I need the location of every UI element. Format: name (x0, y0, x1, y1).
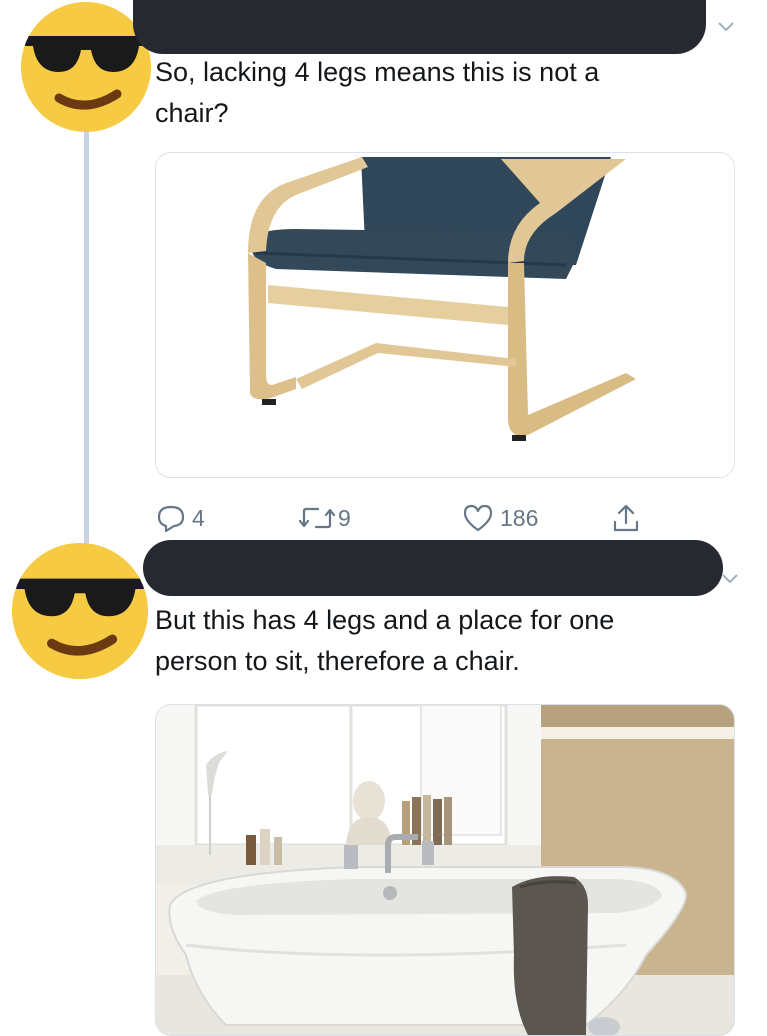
heart-icon (463, 504, 493, 532)
redacted-author-name (143, 540, 723, 596)
like-button[interactable]: 186 (462, 500, 538, 536)
tweet-actions: 4 9 186 (156, 500, 676, 536)
tweet-media-bathtub[interactable] (155, 704, 735, 1036)
reply-count: 4 (192, 504, 205, 531)
sunglasses-emoji-icon (21, 2, 151, 132)
reply-icon (157, 505, 185, 533)
avatar[interactable] (21, 2, 151, 132)
retweet-button[interactable]: 9 (298, 500, 351, 536)
reply-button[interactable]: 4 (156, 500, 205, 536)
thread-connector-line (84, 130, 89, 550)
tweet-media-chair[interactable] (155, 152, 735, 478)
chevron-down-icon[interactable] (718, 22, 734, 32)
tweet-text: But this has 4 legs and a place for one … (155, 605, 615, 676)
chevron-down-icon[interactable] (722, 574, 738, 584)
redacted-author-name (133, 0, 706, 54)
sunglasses-emoji-icon (12, 543, 148, 679)
tweet-text: So, lacking 4 legs means this is not a c… (155, 57, 600, 128)
share-button[interactable] (611, 500, 641, 536)
share-icon (613, 504, 639, 532)
like-count: 186 (500, 504, 539, 531)
clawfoot-bathtub-photo (156, 705, 734, 1035)
bentwood-armchair-photo (156, 153, 734, 477)
avatar[interactable] (12, 543, 148, 679)
retweet-count: 9 (338, 504, 351, 531)
retweet-icon (298, 507, 336, 529)
